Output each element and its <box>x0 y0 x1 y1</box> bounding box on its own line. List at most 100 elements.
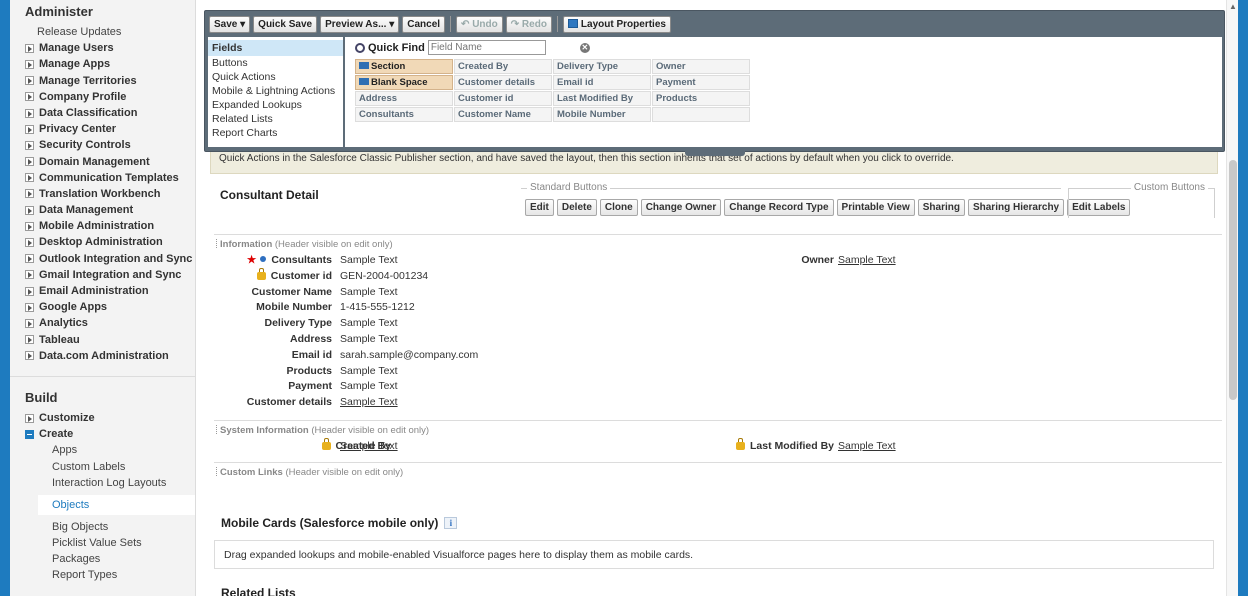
expand-icon[interactable] <box>25 92 34 102</box>
sidebar-item-create[interactable]: Create <box>10 426 195 442</box>
palette-category-expanded-lookups[interactable]: Expanded Lookups <box>208 98 343 112</box>
sidebar-item-apps[interactable]: Apps <box>10 442 195 458</box>
sidebar-item-manage-apps[interactable]: Manage Apps <box>10 56 195 72</box>
expand-icon[interactable] <box>25 413 34 423</box>
palette-field-products[interactable]: Products <box>652 91 750 106</box>
field-products[interactable]: Products <box>214 364 332 379</box>
sidebar-item-communication-templates[interactable]: Communication Templates <box>10 170 195 186</box>
palette-field-customer-details[interactable]: Customer details <box>454 75 552 90</box>
field-customer-name[interactable]: Customer Name <box>214 285 332 300</box>
collapse-icon[interactable] <box>25 429 34 439</box>
palette-category-buttons[interactable]: Buttons <box>208 56 343 70</box>
sidebar-item-domain-management[interactable]: Domain Management <box>10 154 195 170</box>
expand-icon[interactable] <box>25 238 34 248</box>
sidebar-item-tableau[interactable]: Tableau <box>10 332 195 348</box>
vertical-scrollbar[interactable]: ▲ <box>1226 0 1238 596</box>
sidebar-item-data-classification[interactable]: Data Classification <box>10 105 195 121</box>
quick-find-input[interactable] <box>427 40 546 55</box>
sidebar-item-outlook-integration-and-sync[interactable]: Outlook Integration and Sync <box>10 251 195 267</box>
quick-save-button[interactable]: Quick Save <box>253 15 318 33</box>
sidebar-item-objects[interactable]: Objects <box>38 494 195 515</box>
expand-icon[interactable] <box>25 140 34 150</box>
field-mobile-number[interactable]: Mobile Number <box>214 300 332 315</box>
clear-search-icon[interactable]: ✕ <box>579 42 590 53</box>
palette-field-delivery-type[interactable]: Delivery Type <box>553 59 651 74</box>
expand-icon[interactable] <box>25 76 34 86</box>
palette-resize-handle[interactable] <box>685 150 745 156</box>
expand-icon[interactable] <box>25 124 34 134</box>
sidebar-item-desktop-administration[interactable]: Desktop Administration <box>10 234 195 250</box>
field-delivery-type[interactable]: Delivery Type <box>214 316 332 331</box>
expand-icon[interactable] <box>25 157 34 167</box>
sidebar-item-privacy-center[interactable]: Privacy Center <box>10 121 195 137</box>
undo-button[interactable]: ↶ Undo <box>456 15 503 33</box>
expand-icon[interactable] <box>25 59 34 69</box>
sidebar-item-interaction-log-layouts[interactable]: Interaction Log Layouts <box>10 475 195 491</box>
sidebar-item-packages[interactable]: Packages <box>10 551 195 567</box>
printable-view-button[interactable]: Printable View <box>836 199 915 216</box>
expand-icon[interactable] <box>25 189 34 199</box>
information-section[interactable]: Information (Header visible on edit only… <box>214 234 1222 420</box>
sharing-hierarchy-button[interactable]: Sharing Hierarchy <box>967 199 1065 216</box>
scroll-up-icon[interactable]: ▲ <box>1229 2 1237 11</box>
sidebar-item-manage-users[interactable]: Manage Users <box>10 40 195 56</box>
custom-links-section[interactable]: Custom Links (Header visible on edit onl… <box>214 462 1222 502</box>
layout-properties-button[interactable]: Layout Properties <box>562 15 671 33</box>
expand-icon[interactable] <box>25 351 34 361</box>
sidebar-item-report-types[interactable]: Report Types <box>10 567 195 583</box>
palette-field-customer-name[interactable]: Customer Name <box>454 107 552 122</box>
palette-field-consultants[interactable]: Consultants <box>355 107 453 122</box>
expand-icon[interactable] <box>25 221 34 231</box>
field-customer-details[interactable]: Customer details <box>214 395 332 410</box>
palette-category-related-lists[interactable]: Related Lists <box>208 112 343 126</box>
sidebar-item-big-objects[interactable]: Big Objects <box>10 519 195 535</box>
expand-icon[interactable] <box>25 335 34 345</box>
palette-category-fields[interactable]: Fields <box>208 40 343 56</box>
field-owner[interactable]: Owner <box>684 253 834 268</box>
field-payment[interactable]: Payment <box>214 379 332 394</box>
sidebar-item-google-apps[interactable]: Google Apps <box>10 299 195 315</box>
sharing-button[interactable]: Sharing <box>917 199 965 216</box>
palette-field-blank-space[interactable]: Blank Space <box>355 75 453 90</box>
sidebar-item-security-controls[interactable]: Security Controls <box>10 137 195 153</box>
clone-button[interactable]: Clone <box>599 199 638 216</box>
mobile-cards-dropzone[interactable]: Drag expanded lookups and mobile-enabled… <box>214 540 1214 569</box>
drag-handle-icon[interactable] <box>216 467 218 476</box>
palette-field-owner[interactable]: Owner <box>652 59 750 74</box>
system-information-section[interactable]: System Information (Header visible on ed… <box>214 420 1222 462</box>
expand-icon[interactable] <box>25 108 34 118</box>
info-icon[interactable]: i <box>444 517 458 529</box>
delete-button[interactable]: Delete <box>556 199 597 216</box>
sidebar-item-picklist-value-sets[interactable]: Picklist Value Sets <box>10 535 195 551</box>
palette-field-email-id[interactable]: Email id <box>553 75 651 90</box>
expand-icon[interactable] <box>25 43 34 53</box>
sidebar-item-email-administration[interactable]: Email Administration <box>10 283 195 299</box>
palette-field-customer-id[interactable]: Customer id <box>454 91 552 106</box>
cancel-button[interactable]: Cancel <box>402 15 446 33</box>
expand-icon[interactable] <box>25 318 34 328</box>
change-record-type-button[interactable]: Change Record Type <box>724 199 834 216</box>
palette-field-payment[interactable]: Payment <box>652 75 750 90</box>
expand-icon[interactable] <box>25 270 34 280</box>
sidebar-item-analytics[interactable]: Analytics <box>10 315 195 331</box>
field-email-id[interactable]: Email id <box>214 348 332 363</box>
sidebar-item-data-management[interactable]: Data Management <box>10 202 195 218</box>
palette-field-last-modified-by[interactable]: Last Modified By <box>553 91 651 106</box>
custom-buttons-area[interactable]: Custom Buttons <box>1068 182 1215 218</box>
field-consultants[interactable]: ★ Consultants <box>214 253 332 268</box>
palette-field-created-by[interactable]: Created By <box>454 59 552 74</box>
sidebar-item-release-updates[interactable]: Release Updates <box>10 24 195 40</box>
expand-icon[interactable] <box>25 254 34 264</box>
sidebar-item-custom-labels[interactable]: Custom Labels <box>10 459 195 475</box>
palette-field-mobile-number[interactable]: Mobile Number <box>553 107 651 122</box>
sidebar-item-manage-territories[interactable]: Manage Territories <box>10 73 195 89</box>
change-owner-button[interactable]: Change Owner <box>640 199 722 216</box>
expand-icon[interactable] <box>25 302 34 312</box>
palette-field-section[interactable]: Section <box>355 59 453 74</box>
sidebar-item-translation-workbench[interactable]: Translation Workbench <box>10 186 195 202</box>
drag-handle-icon[interactable] <box>216 239 218 248</box>
palette-category-mobile-lightning-actions[interactable]: Mobile & Lightning Actions <box>208 84 343 98</box>
sidebar-item-data-com-administration[interactable]: Data.com Administration <box>10 348 195 364</box>
field-last-modified-by[interactable]: Last Modified By <box>684 438 834 454</box>
preview-as-button[interactable]: Preview As... ▾ <box>320 15 400 33</box>
